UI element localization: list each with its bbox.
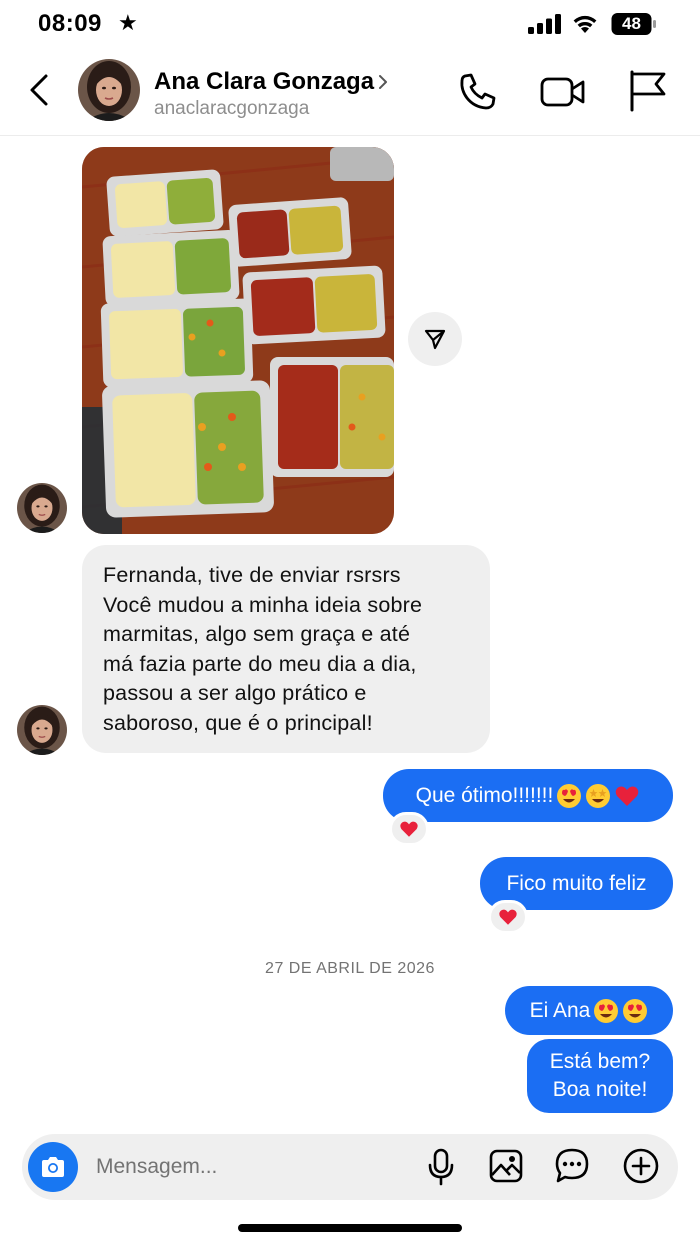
food-photo[interactable]: [82, 147, 394, 534]
signal-icon: [528, 14, 561, 34]
flag-icon[interactable]: [626, 68, 668, 114]
red-heart-emoji: [499, 909, 517, 925]
camera-icon: [42, 1157, 64, 1177]
message-text: Que ótimo!!!!!!!: [415, 783, 554, 807]
contact-name[interactable]: Ana Clara Gonzaga: [154, 68, 374, 96]
wifi-icon: [573, 15, 597, 33]
outgoing-message[interactable]: Que ótimo!!!!!!!: [383, 769, 673, 822]
date-separator: 27 DE ABRIL DE 2026: [265, 960, 435, 977]
status-time: 08:09: [38, 10, 102, 37]
message-input[interactable]: [96, 1152, 396, 1182]
message-line: Fernanda, tive de enviar rsrsrs: [103, 563, 401, 587]
reaction-badge[interactable]: [488, 900, 528, 934]
avatar[interactable]: [17, 483, 67, 533]
message-line: Você mudou a minha ideia sobre: [103, 592, 423, 617]
battery-icon: 48: [611, 12, 657, 36]
star-icon: ★: [118, 10, 138, 35]
plus-circle-icon[interactable]: [622, 1147, 660, 1185]
send-icon: [424, 329, 446, 350]
reaction-badge[interactable]: [389, 812, 429, 846]
sticker-icon[interactable]: [554, 1147, 590, 1185]
contact-handle[interactable]: anaclaracgonzaga: [154, 98, 309, 120]
microphone-icon[interactable]: [426, 1148, 456, 1186]
share-button[interactable]: [408, 312, 462, 366]
outgoing-message[interactable]: Ei Ana: [505, 986, 673, 1035]
battery-level: 48: [622, 14, 641, 33]
message-line: Está bem?: [549, 1050, 651, 1073]
heart-eyes-emoji: [557, 783, 582, 808]
message-composer: [22, 1134, 678, 1200]
red-heart-emoji: [616, 785, 639, 806]
message-line: Boa noite!: [552, 1078, 648, 1101]
image-icon[interactable]: [488, 1148, 524, 1184]
message-text: Fico muito feliz: [506, 871, 647, 895]
avatar[interactable]: [17, 705, 67, 755]
outgoing-message[interactable]: Está bem? Boa noite!: [527, 1039, 673, 1113]
heart-eyes-emoji: [623, 998, 648, 1023]
message-text: Ei Ana: [529, 998, 591, 1022]
home-indicator[interactable]: [238, 1224, 462, 1232]
camera-button[interactable]: [28, 1142, 78, 1192]
back-icon[interactable]: [22, 70, 58, 110]
star-struck-emoji: [586, 783, 611, 808]
heart-eyes-emoji: [594, 998, 619, 1023]
avatar[interactable]: [78, 59, 140, 121]
chat-header: Ana Clara Gonzaga anaclaracgonzaga: [0, 52, 700, 136]
status-bar: 08:09 ★ 48: [0, 0, 700, 52]
phone-icon[interactable]: [456, 70, 500, 114]
red-heart-emoji: [400, 821, 418, 837]
message-line: saboroso, que é o principal!: [103, 710, 373, 735]
message-line: passou a ser algo prático e: [103, 681, 367, 705]
chevron-right-icon[interactable]: [376, 72, 390, 92]
video-camera-icon[interactable]: [538, 70, 588, 114]
message-line: marmitas, algo sem graça e até: [103, 622, 411, 646]
incoming-message[interactable]: Fernanda, tive de enviar rsrsrs Você mud…: [82, 545, 490, 753]
message-line: má fazia parte do meu dia a dia,: [103, 651, 417, 676]
